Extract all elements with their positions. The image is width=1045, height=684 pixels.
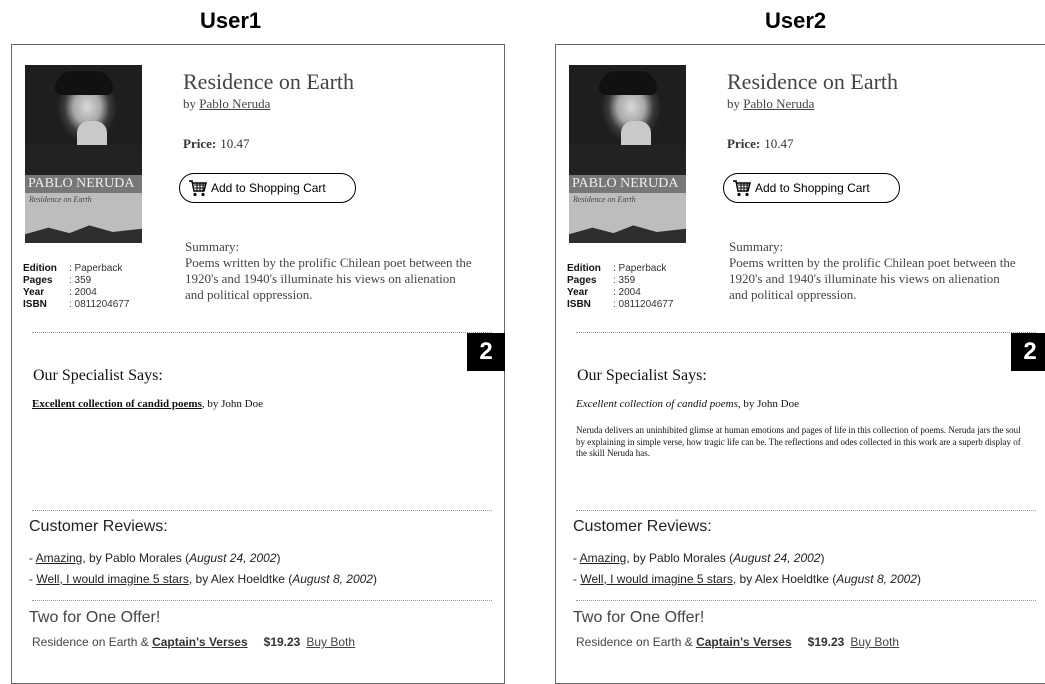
- divider: [576, 600, 1036, 601]
- offer-price: $19.23: [263, 635, 301, 649]
- review-date: August 8, 2002: [292, 572, 373, 586]
- detail-value-isbn: : 0811204677: [613, 299, 674, 310]
- add-to-cart-button[interactable]: Add to Shopping Cart: [179, 173, 356, 203]
- review-item: - Amazing, by Pablo Morales (August 24, …: [29, 551, 281, 565]
- divider: [32, 510, 492, 511]
- detail-value-year: : 2004: [613, 287, 641, 298]
- buy-both-link[interactable]: Buy Both: [306, 635, 355, 649]
- by-prefix: by: [727, 96, 744, 111]
- detail-value-edition: : Paperback: [613, 263, 667, 274]
- detail-key-edition: Edition: [23, 263, 57, 274]
- divider: [576, 510, 1036, 511]
- book-details: Edition : Paperback Pages : 359 Year : 2004…: [23, 263, 129, 311]
- specialist-headline: Excellent collection of candid poems, by…: [32, 398, 263, 410]
- specialist-byline: , by John Doe: [737, 398, 799, 410]
- author-link[interactable]: Pablo Neruda: [743, 96, 814, 111]
- review-link[interactable]: Amazing: [36, 551, 83, 565]
- summary-label: Summary:: [729, 239, 784, 254]
- cover-subtitle-text: Residence on Earth: [29, 195, 92, 204]
- add-to-cart-label: Add to Shopping Cart: [211, 181, 326, 195]
- detail-key-isbn: ISBN: [23, 299, 47, 310]
- book-cover-image[interactable]: PABLO NERUDA Residence on Earth: [569, 65, 686, 243]
- detail-key-year: Year: [567, 287, 589, 298]
- cover-author-text: PABLO NERUDA: [25, 175, 142, 193]
- cover-photo: [25, 65, 142, 185]
- review-item: - Well, I would imagine 5 stars, by Alex…: [29, 572, 377, 586]
- summary-text: Poems written by the prolific Chilean po…: [185, 255, 472, 302]
- offer-title: Two for One Offer!: [573, 609, 705, 626]
- review-date: August 24, 2002: [189, 551, 277, 565]
- specialist-title: Our Specialist Says:: [577, 367, 707, 384]
- price-label: Price:: [727, 136, 761, 151]
- review-link[interactable]: Well, I would imagine 5 stars: [580, 572, 733, 586]
- cover-subtitle-text: Residence on Earth: [573, 195, 636, 204]
- book-cover-image[interactable]: PABLO NERUDA Residence on Earth: [25, 65, 142, 243]
- author-line: by Pablo Neruda: [727, 96, 814, 112]
- product-panel-user2: PABLO NERUDA Residence on Earth Edition:…: [555, 44, 1045, 684]
- book-details: Edition : Paperback Pages : 359 Year : 2004…: [567, 263, 673, 311]
- detail-value-pages: : 359: [69, 275, 92, 286]
- specialist-review-body: Neruda delivers an uninhibited glimse at…: [576, 425, 1021, 458]
- section-badge: 2: [467, 333, 505, 371]
- price-label: Price:: [183, 136, 217, 151]
- review-link[interactable]: Amazing: [580, 551, 627, 565]
- review-date: August 8, 2002: [836, 572, 917, 586]
- product-panel-user1: PABLO NERUDA Residence on Earth Edition:…: [11, 44, 505, 684]
- price: Price: 10.47: [183, 136, 249, 152]
- detail-key-pages: Pages: [23, 275, 53, 286]
- offer-book-link[interactable]: Captain's Verses: [152, 635, 248, 649]
- cover-author-text: PABLO NERUDA: [569, 175, 686, 193]
- shopping-cart-icon: [733, 180, 751, 197]
- offer-text: Residence on Earth &: [32, 635, 153, 649]
- price-value: 10.47: [764, 136, 794, 151]
- detail-value-pages: : 359: [613, 275, 636, 286]
- add-to-cart-button[interactable]: Add to Shopping Cart: [723, 173, 900, 203]
- offer-text: Residence on Earth &: [576, 635, 697, 649]
- detail-key-pages: Pages: [567, 275, 597, 286]
- author-link[interactable]: Pablo Neruda: [199, 96, 270, 111]
- detail-key-year: Year: [23, 287, 45, 298]
- book-title: Residence on Earth: [727, 69, 899, 94]
- review-item: - Well, I would imagine 5 stars, by Alex…: [573, 572, 921, 586]
- panel-heading-user1: User1: [200, 8, 262, 33]
- by-prefix: by: [183, 96, 200, 111]
- detail-key-isbn: ISBN: [567, 299, 591, 310]
- add-to-cart-label: Add to Shopping Cart: [755, 181, 870, 195]
- offer-line: Residence on Earth & Captain's Verses $19…: [576, 635, 899, 649]
- reviews-title: Customer Reviews:: [573, 518, 712, 535]
- review-link[interactable]: Well, I would imagine 5 stars: [36, 572, 189, 586]
- divider: [32, 332, 492, 333]
- offer-title: Two for One Offer!: [29, 609, 161, 626]
- detail-key-edition: Edition: [567, 263, 601, 274]
- summary-text: Poems written by the prolific Chilean po…: [729, 255, 1016, 302]
- offer-line: Residence on Earth & Captain's Verses $19…: [32, 635, 355, 649]
- section-badge: 2: [1011, 333, 1045, 371]
- detail-value-isbn: : 0811204677: [69, 299, 130, 310]
- author-line: by Pablo Neruda: [183, 96, 270, 112]
- specialist-byline: , by John Doe: [201, 398, 263, 410]
- specialist-title: Our Specialist Says:: [33, 367, 163, 384]
- detail-value-year: : 2004: [69, 287, 97, 298]
- specialist-review-title: Excellent collection of candid poems: [576, 398, 738, 410]
- price: Price: 10.47: [727, 136, 793, 152]
- shopping-cart-icon: [189, 180, 207, 197]
- cover-photo: [569, 65, 686, 185]
- buy-both-link[interactable]: Buy Both: [850, 635, 899, 649]
- divider: [576, 332, 1036, 333]
- offer-price: $19.23: [807, 635, 845, 649]
- summary-label: Summary:: [185, 239, 240, 254]
- specialist-headline: Excellent collection of candid poems, by…: [576, 398, 799, 410]
- detail-value-edition: : Paperback: [69, 263, 123, 274]
- panel-heading-user2: User2: [765, 8, 827, 33]
- reviews-title: Customer Reviews:: [29, 518, 168, 535]
- review-item: - Amazing, by Pablo Morales (August 24, …: [573, 551, 825, 565]
- specialist-review-link[interactable]: Excellent collection of candid poems: [32, 398, 202, 410]
- price-value: 10.47: [220, 136, 250, 151]
- book-title: Residence on Earth: [183, 69, 355, 94]
- divider: [32, 600, 492, 601]
- review-date: August 24, 2002: [733, 551, 821, 565]
- offer-book-link[interactable]: Captain's Verses: [696, 635, 792, 649]
